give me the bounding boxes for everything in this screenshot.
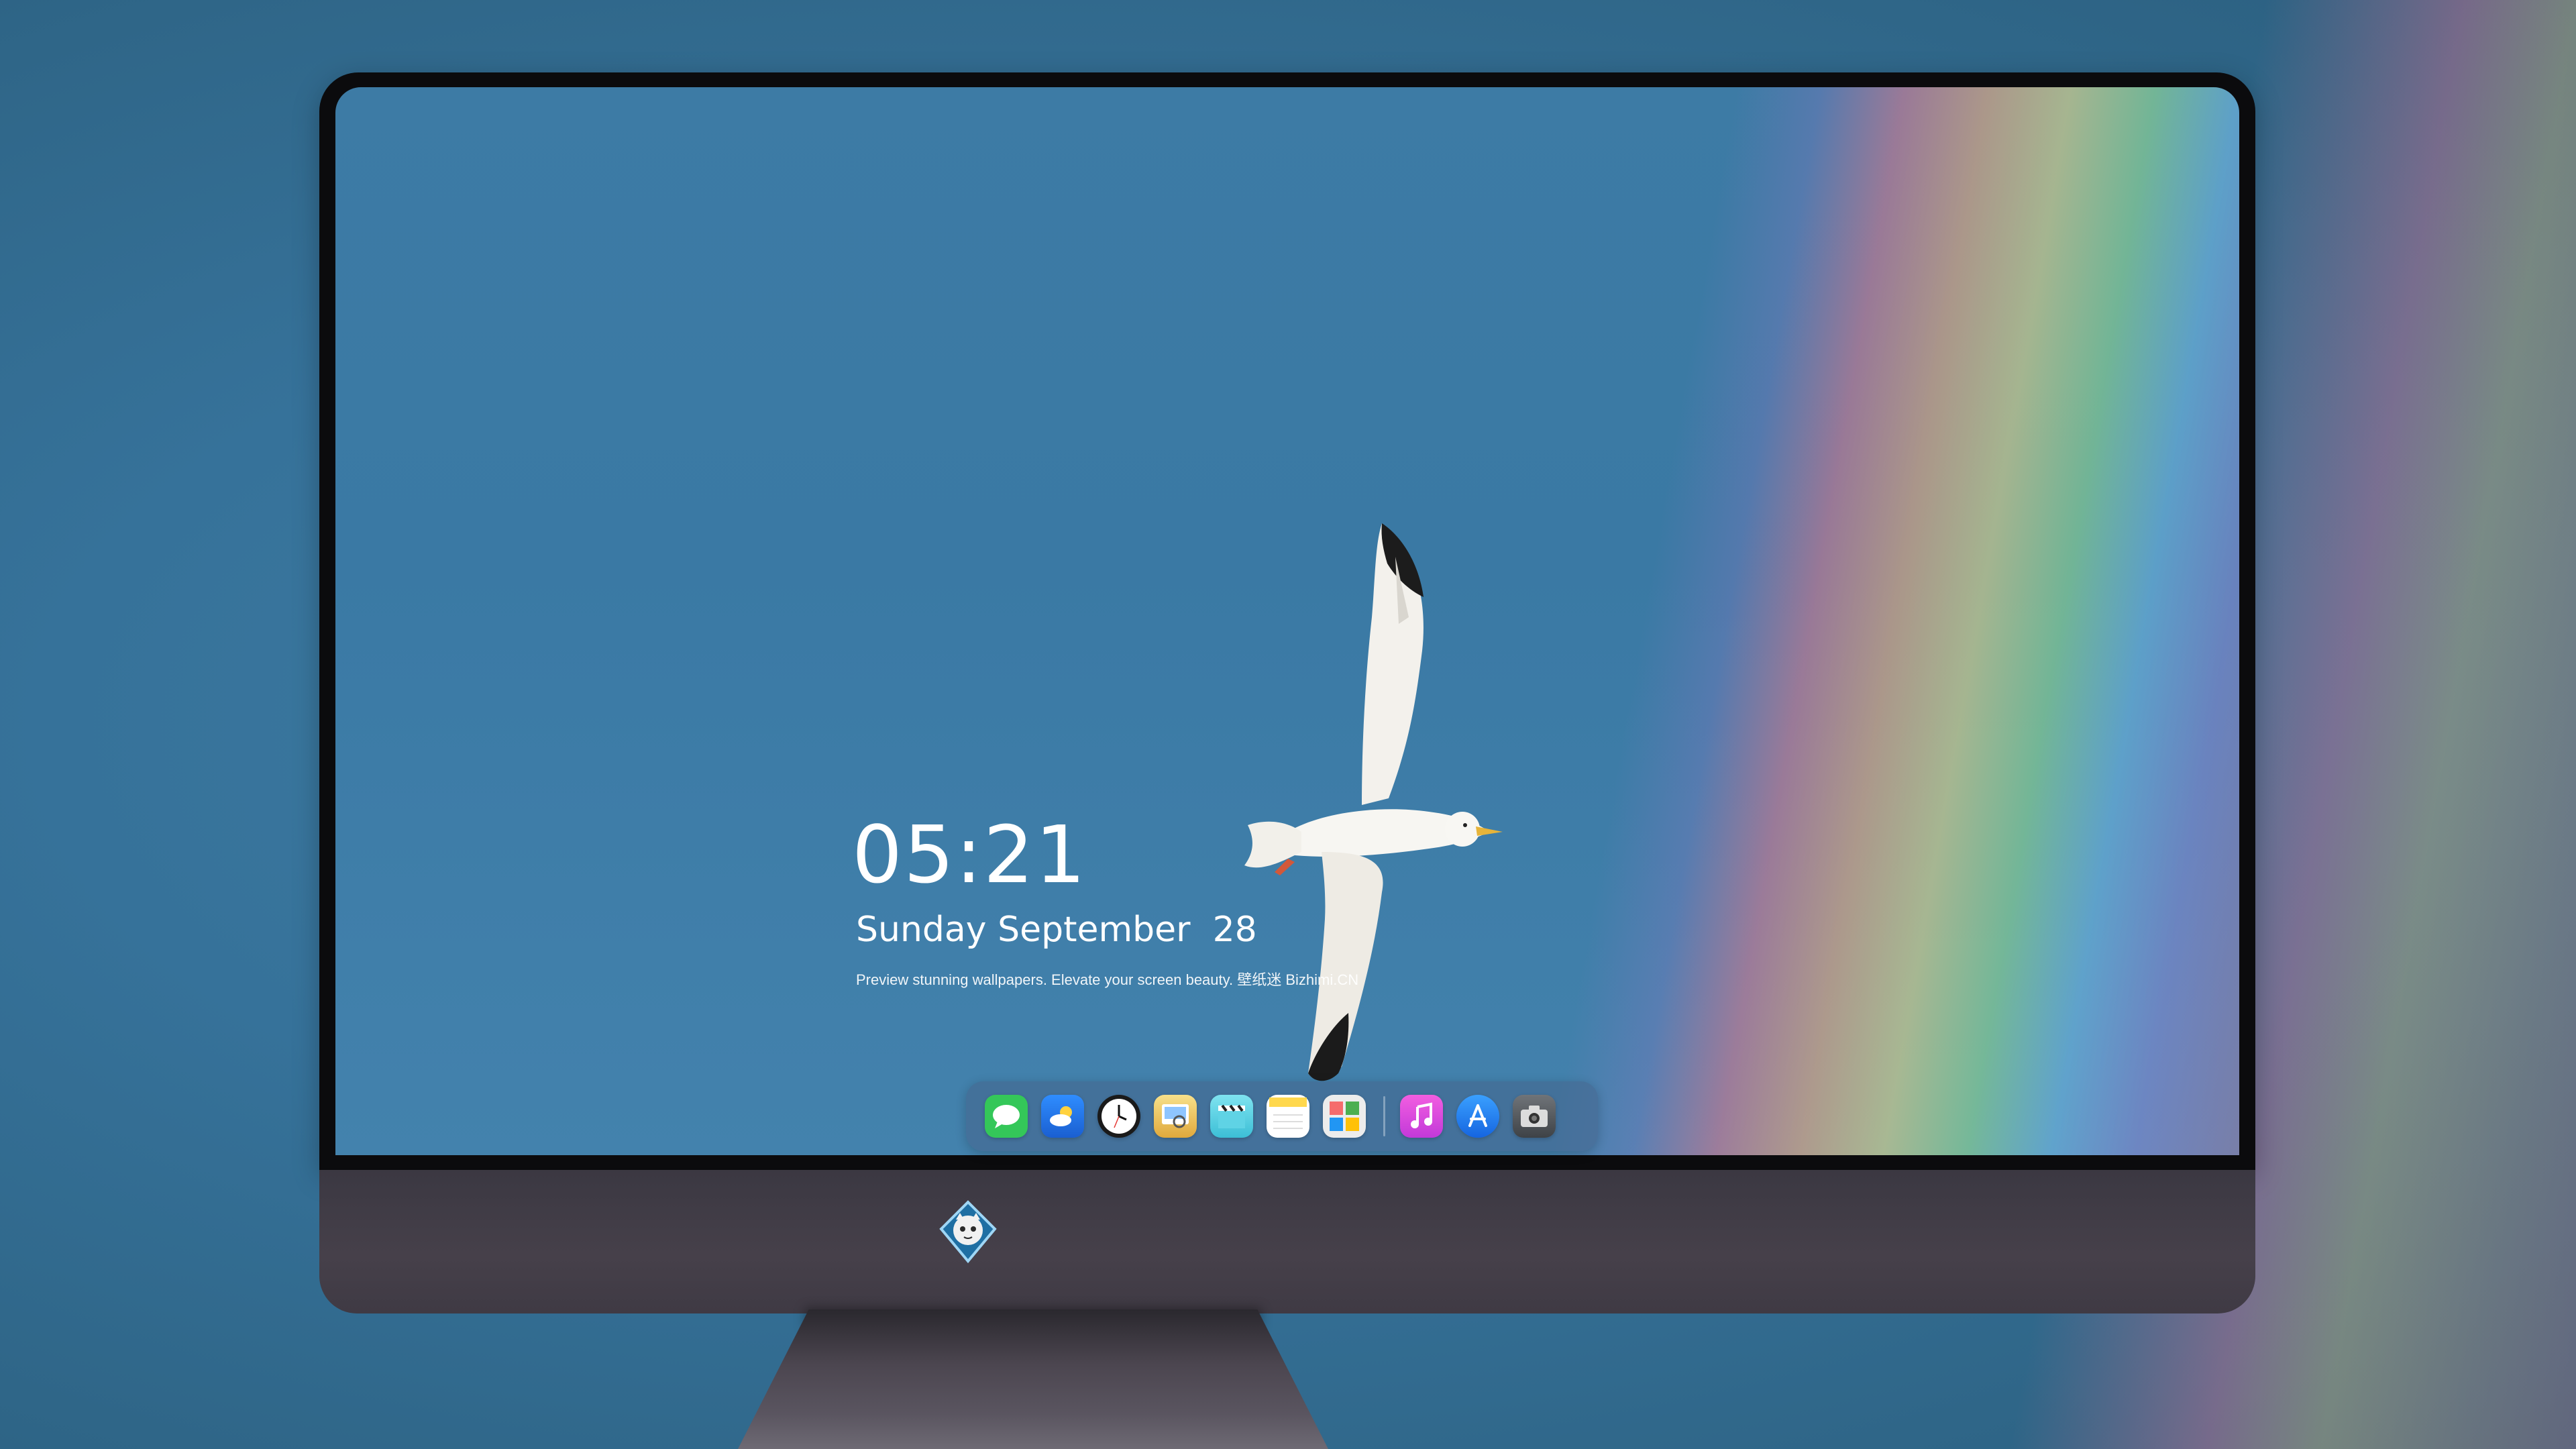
dock-separator xyxy=(1383,1096,1385,1136)
appstore-icon[interactable] xyxy=(1456,1095,1499,1138)
clock-icon[interactable] xyxy=(1097,1095,1140,1138)
preview-icon[interactable] xyxy=(1154,1095,1197,1138)
monitor-bezel: 05:21 Sunday September 28 Preview stunni… xyxy=(319,72,2255,1170)
monitor-chin xyxy=(319,1170,2255,1313)
monitor-stand xyxy=(738,1309,1328,1449)
seagull-image xyxy=(1244,523,1503,1081)
desktop-screen: 05:21 Sunday September 28 Preview stunni… xyxy=(335,87,2239,1155)
notes-icon[interactable] xyxy=(1267,1095,1309,1138)
weather-icon[interactable] xyxy=(1041,1095,1084,1138)
dock xyxy=(966,1081,1598,1151)
monitor: 05:21 Sunday September 28 Preview stunni… xyxy=(319,72,2255,1313)
messages-icon[interactable] xyxy=(985,1095,1028,1138)
lockscreen-date: Sunday September 28 xyxy=(856,910,1257,950)
music-icon[interactable] xyxy=(1400,1095,1443,1138)
photos-icon[interactable] xyxy=(1323,1095,1366,1138)
camera-icon[interactable] xyxy=(1513,1095,1556,1138)
lockscreen-tagline: Preview stunning wallpapers. Elevate you… xyxy=(856,971,1359,988)
mascot-logo-icon xyxy=(939,1200,997,1264)
lockscreen-clock: 05:21 xyxy=(852,808,1087,901)
clapper-icon[interactable] xyxy=(1210,1095,1253,1138)
